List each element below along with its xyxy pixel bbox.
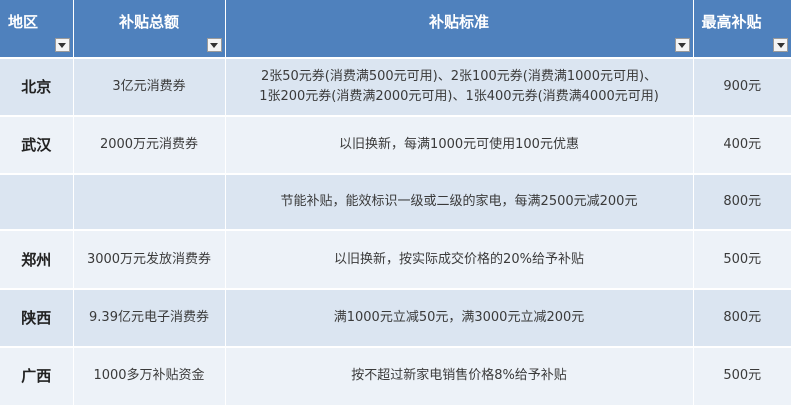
filter-dropdown-region[interactable] bbox=[54, 38, 70, 52]
cell-total[interactable] bbox=[73, 174, 226, 232]
table-row: 陕西 9.39亿元电子消费券 满1000元立减50元，满3000元立减200元 … bbox=[0, 288, 791, 348]
table-row: 武汉 2000万元消费券 以旧换新，每满1000元可使用100元优惠 400元 bbox=[0, 116, 791, 176]
cell-region[interactable]: 北京 bbox=[0, 58, 74, 118]
header-standard-label: 补贴标准 bbox=[428, 13, 489, 31]
header-total-label: 补贴总额 bbox=[118, 13, 179, 31]
cell-region[interactable] bbox=[0, 174, 74, 232]
filter-dropdown-standard[interactable] bbox=[674, 38, 690, 52]
cell-standard[interactable]: 2张50元券(消费满500元可用)、2张100元券(消费满1000元可用)、 1… bbox=[225, 58, 694, 118]
cell-max[interactable]: 800元 bbox=[693, 174, 791, 232]
cell-max[interactable]: 500元 bbox=[693, 346, 791, 407]
cell-total[interactable]: 3000万元发放消费券 bbox=[73, 230, 226, 290]
dropdown-arrow-icon bbox=[210, 42, 218, 48]
cell-region[interactable]: 陕西 bbox=[0, 288, 74, 348]
cell-standard[interactable]: 满1000元立减50元，满3000元立减200元 bbox=[225, 288, 694, 348]
cell-standard-line: 2张50元券(消费满500元可用)、2张100元券(消费满1000元可用)、 bbox=[260, 69, 658, 85]
dropdown-arrow-icon bbox=[58, 42, 66, 48]
table-row: 节能补贴，能效标识一级或二级的家电，每满2500元减200元 800元 bbox=[0, 174, 791, 232]
table-body: 北京 3亿元消费券 2张50元券(消费满500元可用)、2张100元券(消费满1… bbox=[0, 58, 791, 407]
cell-region[interactable]: 郑州 bbox=[0, 230, 74, 290]
filter-dropdown-total[interactable] bbox=[206, 38, 222, 52]
cell-region[interactable]: 广西 bbox=[0, 346, 74, 407]
cell-standard[interactable]: 以旧换新，按实际成交价格的20%给予补贴 bbox=[225, 230, 694, 290]
table-row: 郑州 3000万元发放消费券 以旧换新，按实际成交价格的20%给予补贴 500元 bbox=[0, 230, 791, 290]
cell-total[interactable]: 9.39亿元电子消费券 bbox=[73, 288, 226, 348]
header-region: 地区 bbox=[0, 0, 74, 59]
cell-total[interactable]: 1000多万补贴资金 bbox=[73, 346, 226, 407]
header-standard: 补贴标准 bbox=[225, 0, 694, 59]
dropdown-arrow-icon bbox=[776, 42, 785, 48]
cell-max[interactable]: 500元 bbox=[693, 230, 791, 290]
cell-standard[interactable]: 节能补贴，能效标识一级或二级的家电，每满2500元减200元 bbox=[225, 174, 694, 232]
header-max-label: 最高补贴 bbox=[701, 13, 762, 31]
cell-standard-line: 1张200元券(消费满2000元可用)、1张400元券(消费满4000元可用) bbox=[259, 89, 659, 105]
cell-total[interactable]: 3亿元消费券 bbox=[73, 58, 226, 118]
cell-standard[interactable]: 以旧换新，每满1000元可使用100元优惠 bbox=[225, 116, 694, 176]
cell-max[interactable]: 900元 bbox=[693, 58, 791, 118]
filter-dropdown-max[interactable] bbox=[773, 38, 788, 52]
header-row: 地区 补贴总额 补贴标准 最高补贴 bbox=[0, 0, 791, 59]
header-total: 补贴总额 bbox=[73, 0, 226, 59]
header-region-label: 地区 bbox=[8, 13, 39, 31]
cell-max[interactable]: 400元 bbox=[693, 116, 791, 176]
cell-region[interactable]: 武汉 bbox=[0, 116, 74, 176]
table-header: 地区 补贴总额 补贴标准 最高补贴 bbox=[0, 0, 791, 59]
dropdown-arrow-icon bbox=[678, 42, 686, 48]
cell-standard[interactable]: 按不超过新家电销售价格8%给予补贴 bbox=[225, 346, 694, 407]
cell-total[interactable]: 2000万元消费券 bbox=[73, 116, 226, 176]
subsidy-table: 地区 补贴总额 补贴标准 最高补贴 北京 3亿元消费券 2张50元券(消费满50… bbox=[0, 0, 791, 407]
cell-max[interactable]: 800元 bbox=[693, 288, 791, 348]
table-row: 广西 1000多万补贴资金 按不超过新家电销售价格8%给予补贴 500元 bbox=[0, 346, 791, 407]
header-max: 最高补贴 bbox=[693, 0, 791, 59]
table-row: 北京 3亿元消费券 2张50元券(消费满500元可用)、2张100元券(消费满1… bbox=[0, 58, 791, 118]
